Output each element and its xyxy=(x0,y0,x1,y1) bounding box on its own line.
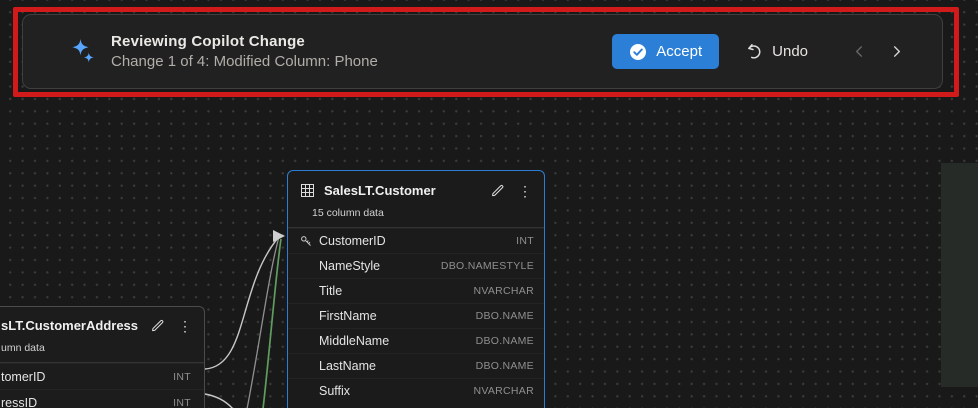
column-row-addressid[interactable]: ressID INT xyxy=(0,389,204,408)
column-row-firstname[interactable]: FirstName DBO.NAME xyxy=(288,303,544,328)
primary-key-icon xyxy=(300,235,319,248)
column-row-customerid[interactable]: CustomerID INT xyxy=(288,228,544,253)
customer-more-button[interactable]: ⋮ xyxy=(516,182,534,200)
table-grid-icon xyxy=(300,183,315,198)
column-type: DBO.NAME xyxy=(476,335,534,347)
pencil-icon xyxy=(490,183,505,198)
address-more-button[interactable]: ⋮ xyxy=(176,317,194,335)
banner-subtitle: Change 1 of 4: Modified Column: Phone xyxy=(111,53,612,70)
relationship-arrowhead xyxy=(273,230,285,242)
column-type: DBO.NAME xyxy=(476,310,534,322)
canvas-edge-element xyxy=(941,163,978,387)
column-type: INT xyxy=(173,371,191,383)
previous-change-button[interactable] xyxy=(848,40,871,63)
table-card-saleslt-customeraddress[interactable]: sLT.CustomerAddress ⋮ umn data tomerID I… xyxy=(0,306,205,408)
pencil-icon xyxy=(150,318,165,333)
column-name: tomerID xyxy=(1,370,45,384)
column-name: CustomerID xyxy=(319,234,386,248)
column-name: ressID xyxy=(1,396,37,408)
ellipsis-icon: ⋮ xyxy=(518,184,532,198)
column-type: NVARCHAR xyxy=(473,285,534,297)
undo-button[interactable]: Undo xyxy=(735,34,818,69)
column-type: DBO.NAME xyxy=(476,360,534,372)
column-type: INT xyxy=(516,235,534,247)
column-name: Title xyxy=(319,284,342,298)
accept-button-label: Accept xyxy=(656,43,702,60)
customer-card-header: SalesLT.Customer ⋮ xyxy=(288,171,544,200)
chevron-left-icon xyxy=(852,44,867,59)
column-name: FirstName xyxy=(319,309,377,323)
column-name: Suffix xyxy=(319,384,350,398)
copilot-sparkle-icon xyxy=(71,38,97,66)
customer-edit-button[interactable] xyxy=(488,181,507,200)
column-type: NVARCHAR xyxy=(473,385,534,397)
undo-button-label: Undo xyxy=(772,43,808,60)
customer-table-title: SalesLT.Customer xyxy=(324,183,479,198)
column-row-title[interactable]: Title NVARCHAR xyxy=(288,278,544,303)
banner-text-block: Reviewing Copilot Change Change 1 of 4: … xyxy=(111,33,612,70)
address-table-title: sLT.CustomerAddress xyxy=(1,318,139,333)
customer-column-count: 15 column data xyxy=(312,200,544,227)
column-type: INT xyxy=(173,397,191,408)
column-name: NameStyle xyxy=(319,259,380,273)
column-row-middlename[interactable]: MiddleName DBO.NAME xyxy=(288,328,544,353)
column-type: DBO.NAMESTYLE xyxy=(441,260,534,272)
table-card-saleslt-customer[interactable]: SalesLT.Customer ⋮ 15 column data Custom… xyxy=(287,170,545,408)
address-card-header: sLT.CustomerAddress ⋮ xyxy=(0,307,204,335)
copilot-review-banner: Reviewing Copilot Change Change 1 of 4: … xyxy=(22,14,943,89)
next-change-button[interactable] xyxy=(885,40,908,63)
check-circle-icon xyxy=(629,43,647,61)
column-row-suffix[interactable]: Suffix NVARCHAR xyxy=(288,378,544,403)
address-edit-button[interactable] xyxy=(148,316,167,335)
column-name: LastName xyxy=(319,359,376,373)
accept-button[interactable]: Accept xyxy=(612,34,719,69)
address-column-count: umn data xyxy=(0,335,204,362)
undo-icon xyxy=(745,42,764,61)
ellipsis-icon: ⋮ xyxy=(178,319,192,333)
column-name: MiddleName xyxy=(319,334,389,348)
column-row-namestyle[interactable]: NameStyle DBO.NAMESTYLE xyxy=(288,253,544,278)
banner-actions: Accept Undo xyxy=(612,34,908,69)
banner-title: Reviewing Copilot Change xyxy=(111,33,612,50)
chevron-right-icon xyxy=(889,44,904,59)
column-row-customerid-fk[interactable]: tomerID INT xyxy=(0,363,204,389)
column-row-lastname[interactable]: LastName DBO.NAME xyxy=(288,353,544,378)
